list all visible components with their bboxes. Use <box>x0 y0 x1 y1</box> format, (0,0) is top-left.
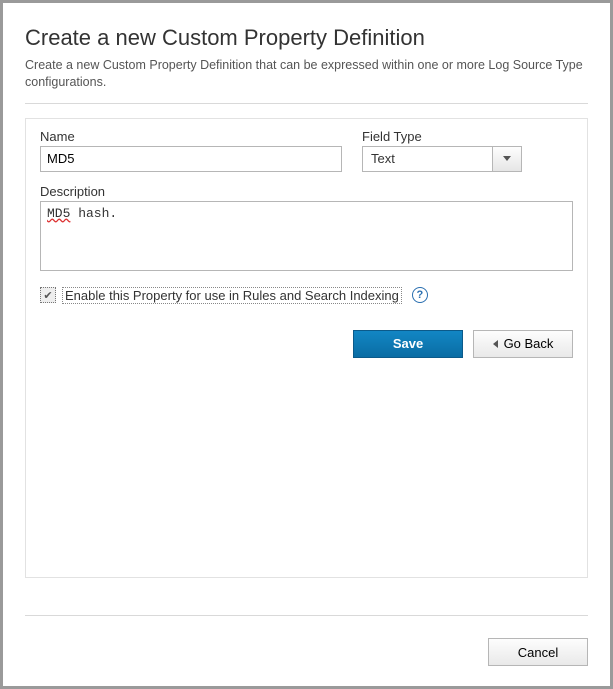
field-field-type: Field Type Text <box>362 129 522 172</box>
enable-rules-checkbox[interactable] <box>40 287 56 303</box>
enable-rules-label[interactable]: Enable this Property for use in Rules an… <box>62 287 402 304</box>
chevron-left-icon <box>493 340 498 348</box>
divider-top <box>25 103 588 104</box>
save-button[interactable]: Save <box>353 330 463 358</box>
modal-create-custom-property: Create a new Custom Property Definition … <box>0 0 613 689</box>
page-title: Create a new Custom Property Definition <box>25 25 588 51</box>
field-description: Description MD5 hash. <box>40 184 573 271</box>
chevron-down-icon <box>503 156 511 161</box>
divider-bottom <box>25 615 588 616</box>
form-button-row: Save Go Back <box>40 330 573 358</box>
go-back-label: Go Back <box>504 336 554 351</box>
field-name: Name <box>40 129 342 172</box>
cancel-button[interactable]: Cancel <box>488 638 588 666</box>
field-type-select[interactable]: Text <box>362 146 522 172</box>
name-input[interactable] <box>40 146 342 172</box>
form-panel: Name Field Type Text Description MD5 has… <box>25 118 588 578</box>
footer-button-row: Cancel <box>488 638 588 666</box>
spellcheck-underline: MD5 <box>47 206 70 221</box>
field-type-selected: Text <box>362 146 492 172</box>
label-description: Description <box>40 184 573 199</box>
row-name-type: Name Field Type Text <box>40 129 573 172</box>
page-subtitle: Create a new Custom Property Definition … <box>25 57 588 91</box>
description-input[interactable]: MD5 hash. <box>40 201 573 271</box>
description-rest: hash. <box>70 206 117 221</box>
label-name: Name <box>40 129 342 144</box>
help-icon[interactable]: ? <box>412 287 428 303</box>
enable-rules-row: Enable this Property for use in Rules an… <box>40 287 573 304</box>
field-type-dropdown-button[interactable] <box>492 146 522 172</box>
go-back-button[interactable]: Go Back <box>473 330 573 358</box>
label-field-type: Field Type <box>362 129 522 144</box>
